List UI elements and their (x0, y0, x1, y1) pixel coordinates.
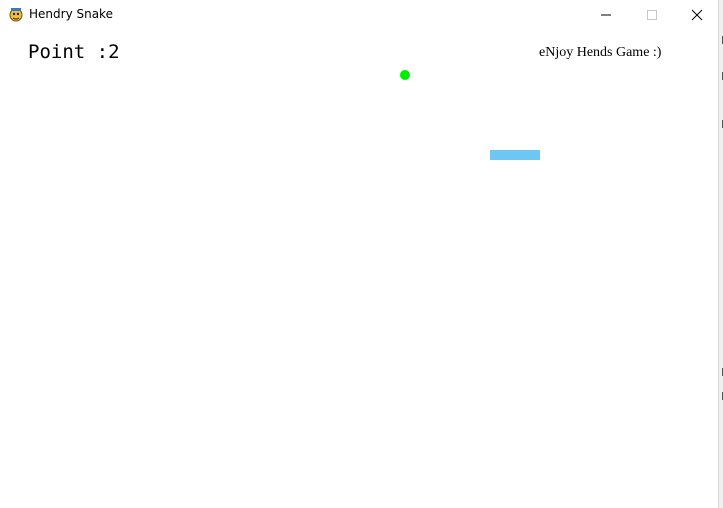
snake-body (490, 150, 540, 160)
close-icon (691, 9, 703, 21)
close-button[interactable] (674, 0, 720, 30)
minimize-button[interactable] (583, 0, 629, 30)
game-canvas[interactable]: Point :2 eNjoy Hends Game :) (0, 30, 718, 508)
maximize-button[interactable] (629, 0, 675, 30)
pygame-snake-icon (8, 6, 24, 22)
window-edge (718, 0, 723, 508)
maximize-icon (647, 10, 657, 20)
window-title: Hendry Snake (29, 7, 113, 21)
minimize-icon (601, 14, 611, 16)
tagline-text: eNjoy Hends Game :) (539, 45, 662, 60)
title-bar[interactable]: Hendry Snake (0, 0, 718, 30)
game-window: Hendry Snake Point :2 eNjoy Hends Game :… (0, 0, 718, 508)
food-dot (400, 70, 410, 80)
score-label: Point :2 (28, 41, 120, 63)
